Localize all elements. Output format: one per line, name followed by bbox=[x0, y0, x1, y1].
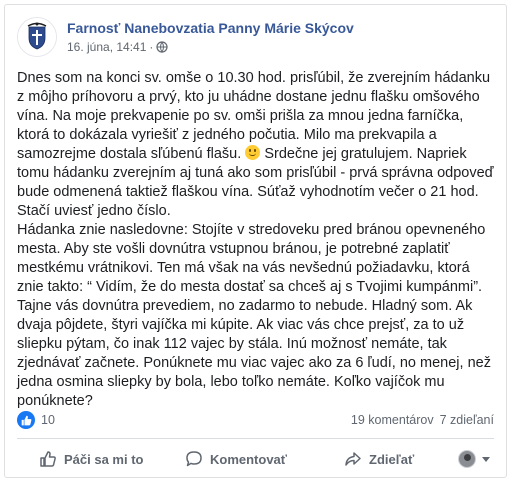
page-name-link[interactable]: Farnosť Nanebovzatia Panny Márie Skýcov bbox=[67, 20, 354, 36]
viewer-audience-selector[interactable] bbox=[458, 450, 490, 468]
thumbs-up-icon bbox=[40, 451, 56, 467]
comment-button[interactable]: Komentovať bbox=[185, 445, 287, 473]
post-card: Farnosť Nanebovzatia Panny Márie Skýcov … bbox=[4, 4, 507, 478]
like-reaction-icon[interactable] bbox=[17, 411, 35, 429]
page-avatar[interactable] bbox=[17, 17, 57, 57]
share-count-link[interactable]: 7 zdieľaní bbox=[440, 413, 494, 427]
post-actions: Páči sa mi to Komentovať Zdieľať bbox=[17, 441, 494, 477]
comment-icon bbox=[186, 451, 202, 467]
viewer-avatar bbox=[458, 450, 476, 468]
like-count[interactable]: 10 bbox=[41, 413, 55, 427]
post-stats: 10 19 komentárov 7 zdieľaní bbox=[17, 410, 494, 430]
like-button-label: Páči sa mi to bbox=[64, 451, 144, 467]
globe-icon[interactable] bbox=[156, 41, 169, 56]
share-button-label: Zdieľať bbox=[369, 451, 415, 467]
post-paragraph-1: Dnes som na konci sv. omše o 10.30 hod. … bbox=[17, 69, 497, 221]
post-header: Farnosť Nanebovzatia Panny Márie Skýcov … bbox=[17, 17, 494, 61]
post-text: Dnes som na konci sv. omše o 10.30 hod. … bbox=[17, 69, 497, 411]
chevron-down-icon bbox=[482, 456, 490, 462]
meta-separator: · bbox=[149, 40, 154, 54]
share-button[interactable]: Zdieľať bbox=[344, 445, 414, 473]
parish-crest-icon bbox=[18, 18, 56, 56]
post-timestamp[interactable]: 16. júna, 14:41 bbox=[67, 40, 146, 54]
post-paragraph-2: Hádanka znie nasledovne: Stojíte v stred… bbox=[17, 222, 495, 409]
actions-divider bbox=[17, 438, 494, 439]
comment-count-link[interactable]: 19 komentárov bbox=[351, 413, 434, 427]
share-icon bbox=[345, 452, 361, 466]
engagement-counts: 19 komentárov 7 zdieľaní bbox=[351, 413, 494, 427]
like-button[interactable]: Páči sa mi to bbox=[39, 445, 143, 473]
smiling-face-emoji-icon bbox=[245, 145, 261, 160]
comment-button-label: Komentovať bbox=[210, 451, 288, 467]
post-meta: 16. júna, 14:41 · bbox=[67, 40, 169, 56]
